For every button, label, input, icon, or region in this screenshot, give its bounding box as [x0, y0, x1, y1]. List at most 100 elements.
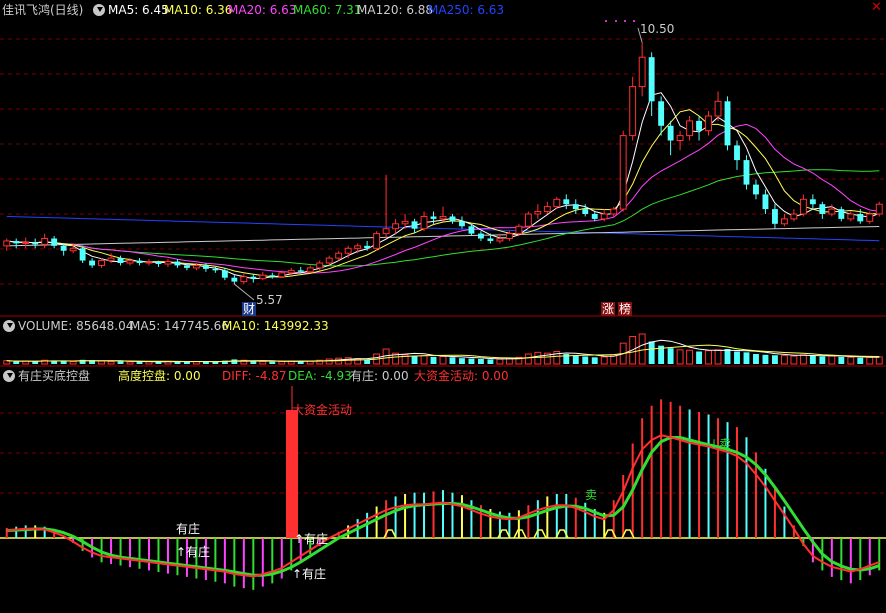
zero-bump [513, 529, 527, 539]
candle [705, 111, 712, 136]
candle-body [136, 260, 143, 263]
candle [799, 194, 807, 217]
close-icon[interactable]: ✕ [871, 1, 882, 15]
candle [696, 116, 703, 141]
candle-body [89, 260, 96, 266]
volume-bar [468, 358, 475, 364]
volume-bar [743, 352, 750, 364]
candle-body [686, 120, 694, 137]
volume-label: VOLUME: 85648.04 [18, 319, 134, 333]
candle-body [477, 233, 484, 239]
volume-bar [734, 351, 740, 364]
candle-body [231, 277, 238, 282]
candle [572, 199, 579, 214]
candle-body [354, 245, 362, 249]
candle [202, 263, 209, 272]
volume-bar [838, 356, 845, 364]
candle [724, 96, 731, 151]
volume-bar [857, 357, 864, 364]
candle-body [449, 216, 456, 222]
bang-badge[interactable]: 榜 [618, 302, 633, 316]
candle [145, 259, 153, 266]
candle [534, 204, 542, 219]
candle [51, 236, 58, 249]
high-price-label: 10.50 [640, 22, 675, 36]
dazijin-mark: 大资金活动 [292, 403, 353, 417]
candle-body [69, 247, 77, 252]
settings-gear-icon[interactable] [93, 4, 105, 16]
candle-body [259, 274, 267, 280]
candle [459, 216, 465, 229]
candle-body [505, 233, 513, 240]
candle [174, 259, 181, 268]
volume-bar [828, 355, 836, 365]
candle [838, 206, 845, 222]
volume-bar [126, 361, 134, 365]
candle [231, 275, 238, 285]
candle-body [762, 194, 769, 210]
volume-bar [753, 354, 759, 364]
ma60-label: MA60: 7.31 [293, 3, 362, 17]
candle-body [13, 240, 20, 244]
cai-badge[interactable]: 财 [242, 302, 257, 316]
candle-body [287, 269, 295, 274]
ma20-line [6, 123, 880, 274]
candle [667, 120, 674, 156]
candle-body [828, 208, 836, 215]
volume-bar [799, 354, 807, 365]
signal-dot [615, 20, 617, 22]
candle [41, 233, 49, 249]
volume-bar [809, 355, 816, 364]
volume-bar [60, 361, 67, 364]
candle-body [174, 261, 181, 266]
candle [790, 209, 798, 222]
candle-body [629, 86, 637, 137]
candle-body [676, 135, 684, 142]
volume-gear-icon[interactable] [3, 320, 15, 332]
indicator-panel [0, 386, 886, 590]
volume-ma10-label: MA10: 143992.33 [222, 319, 329, 333]
candle-body [638, 56, 646, 88]
ma120-label: MA120: 6.88 [357, 3, 434, 17]
zhang-badge[interactable]: 涨 [601, 302, 616, 316]
candle-body [107, 257, 115, 262]
candle-body [420, 215, 428, 230]
volume-bar [582, 356, 589, 364]
candle-body [297, 270, 304, 272]
volume-bar [487, 359, 494, 364]
indicator-name: 有庄买底控盘 [18, 369, 91, 383]
candle-body [734, 145, 740, 161]
candle-body [382, 228, 390, 235]
candle-body [269, 275, 276, 277]
candle-body [306, 267, 314, 273]
candle [543, 201, 551, 214]
candle [392, 218, 400, 234]
candle [828, 204, 836, 217]
candle [373, 231, 381, 251]
volume-bar [771, 355, 778, 364]
candle [753, 179, 759, 200]
candle [250, 273, 257, 283]
candle-body [212, 268, 219, 271]
candle [658, 96, 665, 136]
candle-body [487, 238, 494, 241]
candle-body [724, 101, 731, 146]
chart-title: 佳讯飞鸿(日线) [2, 3, 84, 17]
candle [563, 194, 570, 210]
candle-body [278, 272, 286, 278]
candle-body [790, 213, 798, 220]
mai-mark-a: ↓卖 [709, 437, 732, 451]
volume-bar [439, 356, 447, 365]
candle [13, 238, 20, 249]
price-panel [3, 20, 883, 301]
candle [686, 116, 694, 141]
signal-dot [605, 20, 607, 22]
candle-body [325, 257, 333, 264]
candle [809, 194, 816, 210]
candle [259, 271, 267, 281]
diff-label: DIFF: -4.87 [222, 369, 287, 383]
candle-body [780, 218, 788, 225]
indicator-gear-icon[interactable] [3, 370, 15, 382]
volume-bar [648, 341, 655, 364]
candle-body [22, 241, 30, 244]
